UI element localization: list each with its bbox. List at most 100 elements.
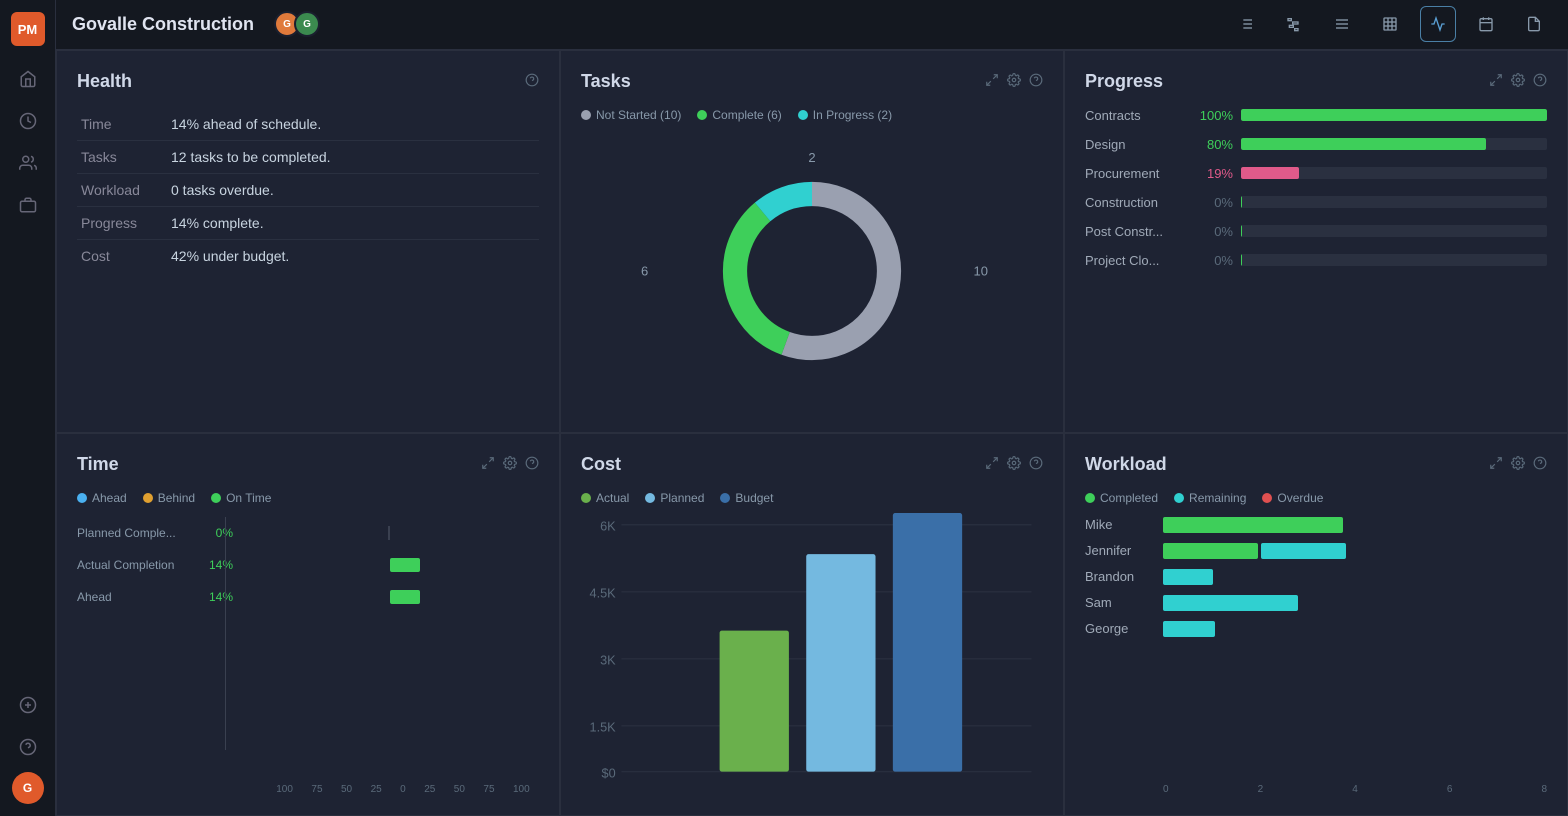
time-panel-icons (481, 456, 539, 473)
sidebar-portfolio-icon[interactable] (11, 188, 45, 222)
workload-legend-overdue: Overdue (1262, 491, 1323, 505)
health-progress-value: 14% complete. (167, 206, 539, 239)
progress-construction-name: Construction (1085, 195, 1185, 210)
donut-label-top: 2 (808, 150, 815, 165)
progress-expand-icon[interactable] (1489, 73, 1503, 90)
sidebar-home-icon[interactable] (11, 62, 45, 96)
tasks-expand-icon[interactable] (985, 73, 999, 90)
progress-construction-row: Construction 0% (1085, 195, 1547, 210)
in-progress-dot (798, 110, 808, 120)
dashboard-view-button[interactable] (1420, 6, 1456, 42)
health-tasks-row: Tasks 12 tasks to be completed. (77, 140, 539, 173)
workload-help-icon[interactable] (1533, 456, 1547, 473)
sidebar: PM G (0, 0, 56, 816)
table-view-button[interactable] (1372, 6, 1408, 42)
progress-design-row: Design 80% (1085, 137, 1547, 152)
gantt-view-button[interactable] (1276, 6, 1312, 42)
progress-settings-icon[interactable] (1511, 73, 1525, 90)
workload-row-brandon: Brandon (1085, 569, 1547, 585)
remaining-dot (1174, 493, 1184, 503)
header: Govalle Construction G G (56, 0, 1568, 50)
avatar-2[interactable]: G (294, 11, 320, 37)
files-view-button[interactable] (1516, 6, 1552, 42)
tasks-settings-icon[interactable] (1007, 73, 1021, 90)
behind-label: Behind (158, 491, 195, 505)
workload-expand-icon[interactable] (1489, 456, 1503, 473)
workload-mike-completed (1163, 517, 1343, 533)
time-row-planned: Planned Comple... 0% (77, 525, 539, 541)
workload-x-axis: 0 2 4 6 8 (1085, 784, 1547, 795)
progress-contracts-bar (1241, 109, 1547, 121)
progress-contracts-bar-bg (1241, 109, 1547, 121)
workload-brandon-bars (1163, 569, 1547, 585)
time-panel-header: Time (77, 454, 539, 475)
time-ahead-bar (390, 590, 420, 604)
donut-chart (702, 161, 922, 381)
cost-y-3k: 3K (600, 652, 616, 667)
health-panel-icons (525, 73, 539, 90)
cost-y-45k: 4.5K (590, 585, 617, 600)
health-workload-value: 0 tasks overdue. (167, 173, 539, 206)
user-avatar[interactable]: G (12, 772, 44, 804)
sidebar-help-icon[interactable] (11, 730, 45, 764)
cost-panel-icons (985, 456, 1043, 473)
budget-label: Budget (735, 491, 773, 505)
board-view-button[interactable] (1324, 6, 1360, 42)
progress-construction-bar-bg (1241, 196, 1547, 208)
progress-design-bar (1241, 138, 1486, 150)
time-settings-icon[interactable] (503, 456, 517, 473)
completed-label: Completed (1100, 491, 1158, 505)
health-time-row: Time 14% ahead of schedule. (77, 108, 539, 141)
time-chart: Planned Comple... 0% Actual Completion 1… (77, 517, 539, 795)
progress-help-icon[interactable] (1533, 73, 1547, 90)
cost-title: Cost (581, 454, 621, 475)
cost-settings-icon[interactable] (1007, 456, 1021, 473)
calendar-view-button[interactable] (1468, 6, 1504, 42)
cost-help-icon[interactable] (1029, 456, 1043, 473)
sidebar-people-icon[interactable] (11, 146, 45, 180)
sidebar-timeline-icon[interactable] (11, 104, 45, 138)
time-ahead-label: Ahead (77, 590, 187, 604)
progress-panel-header: Progress (1085, 71, 1547, 92)
workload-legend-completed: Completed (1085, 491, 1158, 505)
workload-george-bars (1163, 621, 1547, 637)
complete-label: Complete (6) (712, 108, 781, 122)
time-panel: Time Ahead (56, 433, 560, 816)
tasks-legend: Not Started (10) Complete (6) In Progres… (581, 108, 1043, 122)
health-workload-label: Workload (77, 173, 167, 206)
health-time-label: Time (77, 108, 167, 141)
progress-procurement-bar (1241, 167, 1299, 179)
progress-postconstruction-name: Post Constr... (1085, 224, 1185, 239)
progress-panel-icons (1489, 73, 1547, 90)
progress-contracts-row: Contracts 100% (1085, 108, 1547, 123)
workload-jennifer-bars (1163, 543, 1547, 559)
budget-dot (720, 493, 730, 503)
progress-projectclose-bar (1241, 254, 1242, 266)
behind-dot (143, 493, 153, 503)
list-view-button[interactable] (1228, 6, 1264, 42)
cost-y-0: $0 (602, 765, 616, 780)
workload-row-mike: Mike (1085, 517, 1547, 533)
workload-mike-bars (1163, 517, 1547, 533)
app-logo[interactable]: PM (11, 12, 45, 46)
time-expand-icon[interactable] (481, 456, 495, 473)
time-help-icon[interactable] (525, 456, 539, 473)
actual-dot (581, 493, 591, 503)
tasks-help-icon[interactable] (1029, 73, 1043, 90)
cost-legend-actual: Actual (581, 491, 629, 505)
time-x-0: 0 (400, 784, 406, 795)
health-title: Health (77, 71, 132, 92)
workload-settings-icon[interactable] (1511, 456, 1525, 473)
sidebar-add-icon[interactable] (11, 688, 45, 722)
tasks-title: Tasks (581, 71, 631, 92)
time-actual-label: Actual Completion (77, 558, 187, 572)
tasks-panel-icons (985, 73, 1043, 90)
health-progress-row: Progress 14% complete. (77, 206, 539, 239)
health-help-icon[interactable] (525, 73, 539, 90)
planned-dot (645, 493, 655, 503)
workload-jennifer-completed (1163, 543, 1258, 559)
health-workload-row: Workload 0 tasks overdue. (77, 173, 539, 206)
progress-construction-pct: 0% (1193, 195, 1233, 210)
cost-expand-icon[interactable] (985, 456, 999, 473)
health-cost-value: 42% under budget. (167, 239, 539, 272)
